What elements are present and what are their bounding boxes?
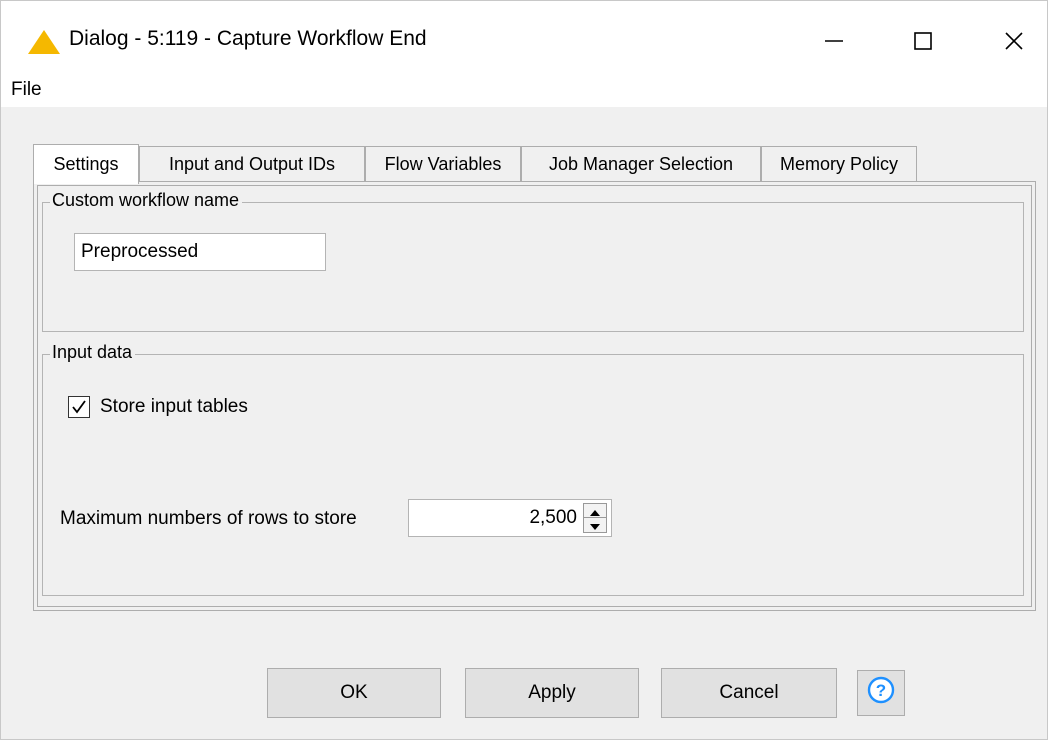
help-icon: ? [867, 676, 895, 710]
minimize-button[interactable] [811, 19, 857, 63]
cancel-button[interactable]: Cancel [661, 668, 837, 718]
dialog-window: Dialog - 5:119 - Capture Workflow End Fi… [0, 0, 1048, 740]
tab-memory-policy[interactable]: Memory Policy [761, 146, 917, 182]
workflow-name-input[interactable] [74, 233, 326, 271]
svg-text:?: ? [876, 681, 886, 700]
tab-settings[interactable]: Settings [33, 144, 139, 184]
maximize-icon [913, 31, 933, 51]
max-rows-label: Maximum numbers of rows to store [60, 508, 357, 529]
menu-file[interactable]: File [11, 79, 42, 101]
close-icon [1004, 31, 1024, 51]
spin-down-button[interactable] [584, 518, 606, 532]
triangle-down-icon [590, 514, 600, 536]
maximize-button[interactable] [900, 19, 946, 63]
minimize-icon [824, 31, 844, 51]
tab-input-output-ids[interactable]: Input and Output IDs [139, 146, 365, 182]
spinner-buttons [583, 503, 607, 533]
help-button[interactable]: ? [857, 670, 905, 716]
workflow-name-legend: Custom workflow name [50, 190, 243, 211]
tab-flow-variables[interactable]: Flow Variables [365, 146, 521, 182]
max-rows-spinner[interactable]: 2,500 [408, 499, 612, 537]
store-input-tables-label: Store input tables [100, 396, 248, 417]
tab-job-manager-selection[interactable]: Job Manager Selection [521, 146, 761, 182]
close-button[interactable] [991, 19, 1037, 63]
apply-button[interactable]: Apply [465, 668, 639, 718]
window-title: Dialog - 5:119 - Capture Workflow End [69, 27, 427, 50]
store-input-tables-checkbox[interactable] [68, 396, 90, 418]
warning-icon [27, 29, 61, 55]
max-rows-value[interactable]: 2,500 [529, 500, 577, 536]
title-bar[interactable]: Dialog - 5:119 - Capture Workflow End [1, 1, 1047, 77]
menu-bar: File [1, 77, 1047, 107]
ok-button[interactable]: OK [267, 668, 441, 718]
settings-panel: Custom workflow name Input data Store in… [33, 181, 1036, 611]
input-data-legend: Input data [50, 342, 136, 363]
input-data-group [42, 354, 1024, 596]
